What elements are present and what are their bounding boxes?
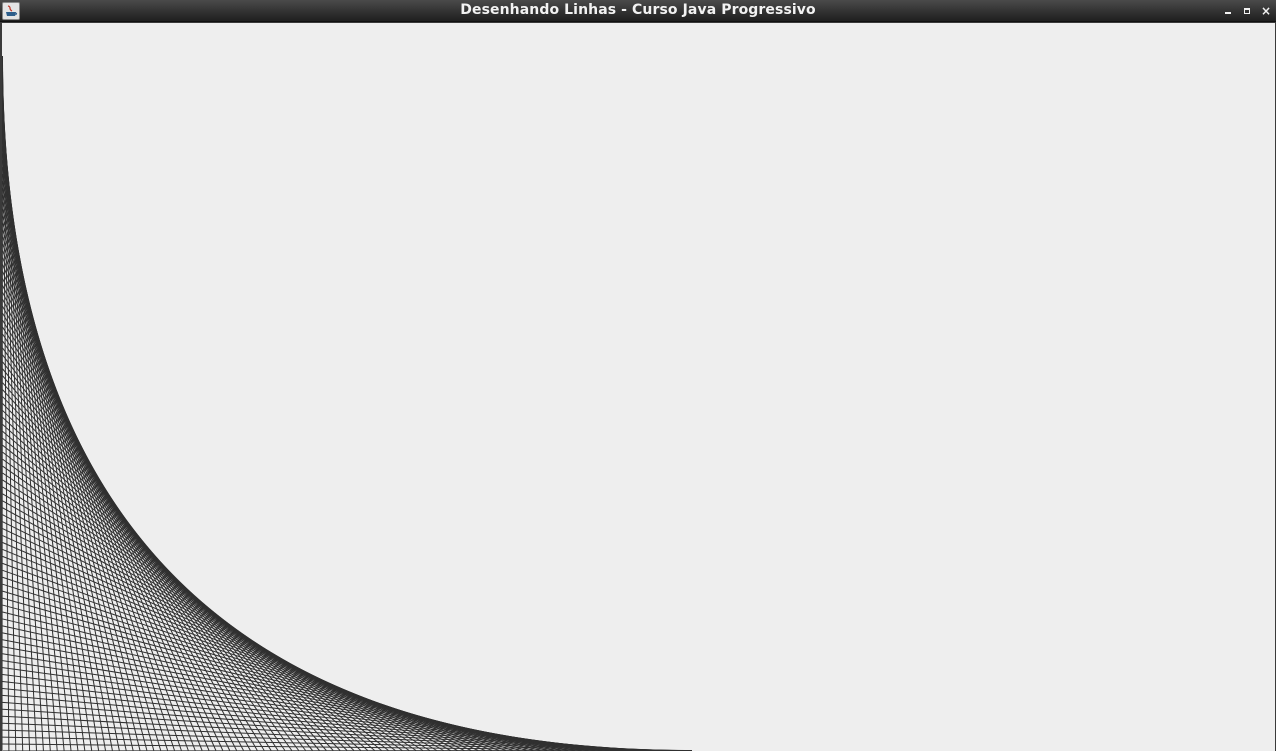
- drawn-line: [2, 55, 3, 751]
- window-title: Desenhando Linhas - Curso Java Progressi…: [460, 2, 816, 18]
- maximize-button[interactable]: [1239, 3, 1255, 19]
- close-button[interactable]: ×: [1258, 3, 1274, 19]
- minimize-icon: [1225, 12, 1231, 14]
- drawing-panel: [2, 23, 1275, 751]
- title-bar[interactable]: Desenhando Linhas - Curso Java Progressi…: [0, 0, 1276, 22]
- drawn-line: [2, 708, 651, 751]
- maximize-icon: [1244, 8, 1250, 14]
- close-icon: ×: [1260, 4, 1272, 18]
- minimize-button[interactable]: [1220, 3, 1236, 19]
- app-window: Desenhando Linhas - Curso Java Progressi…: [0, 0, 1276, 751]
- line-drawing-canvas: [2, 55, 693, 751]
- envelope-lines: [2, 55, 693, 751]
